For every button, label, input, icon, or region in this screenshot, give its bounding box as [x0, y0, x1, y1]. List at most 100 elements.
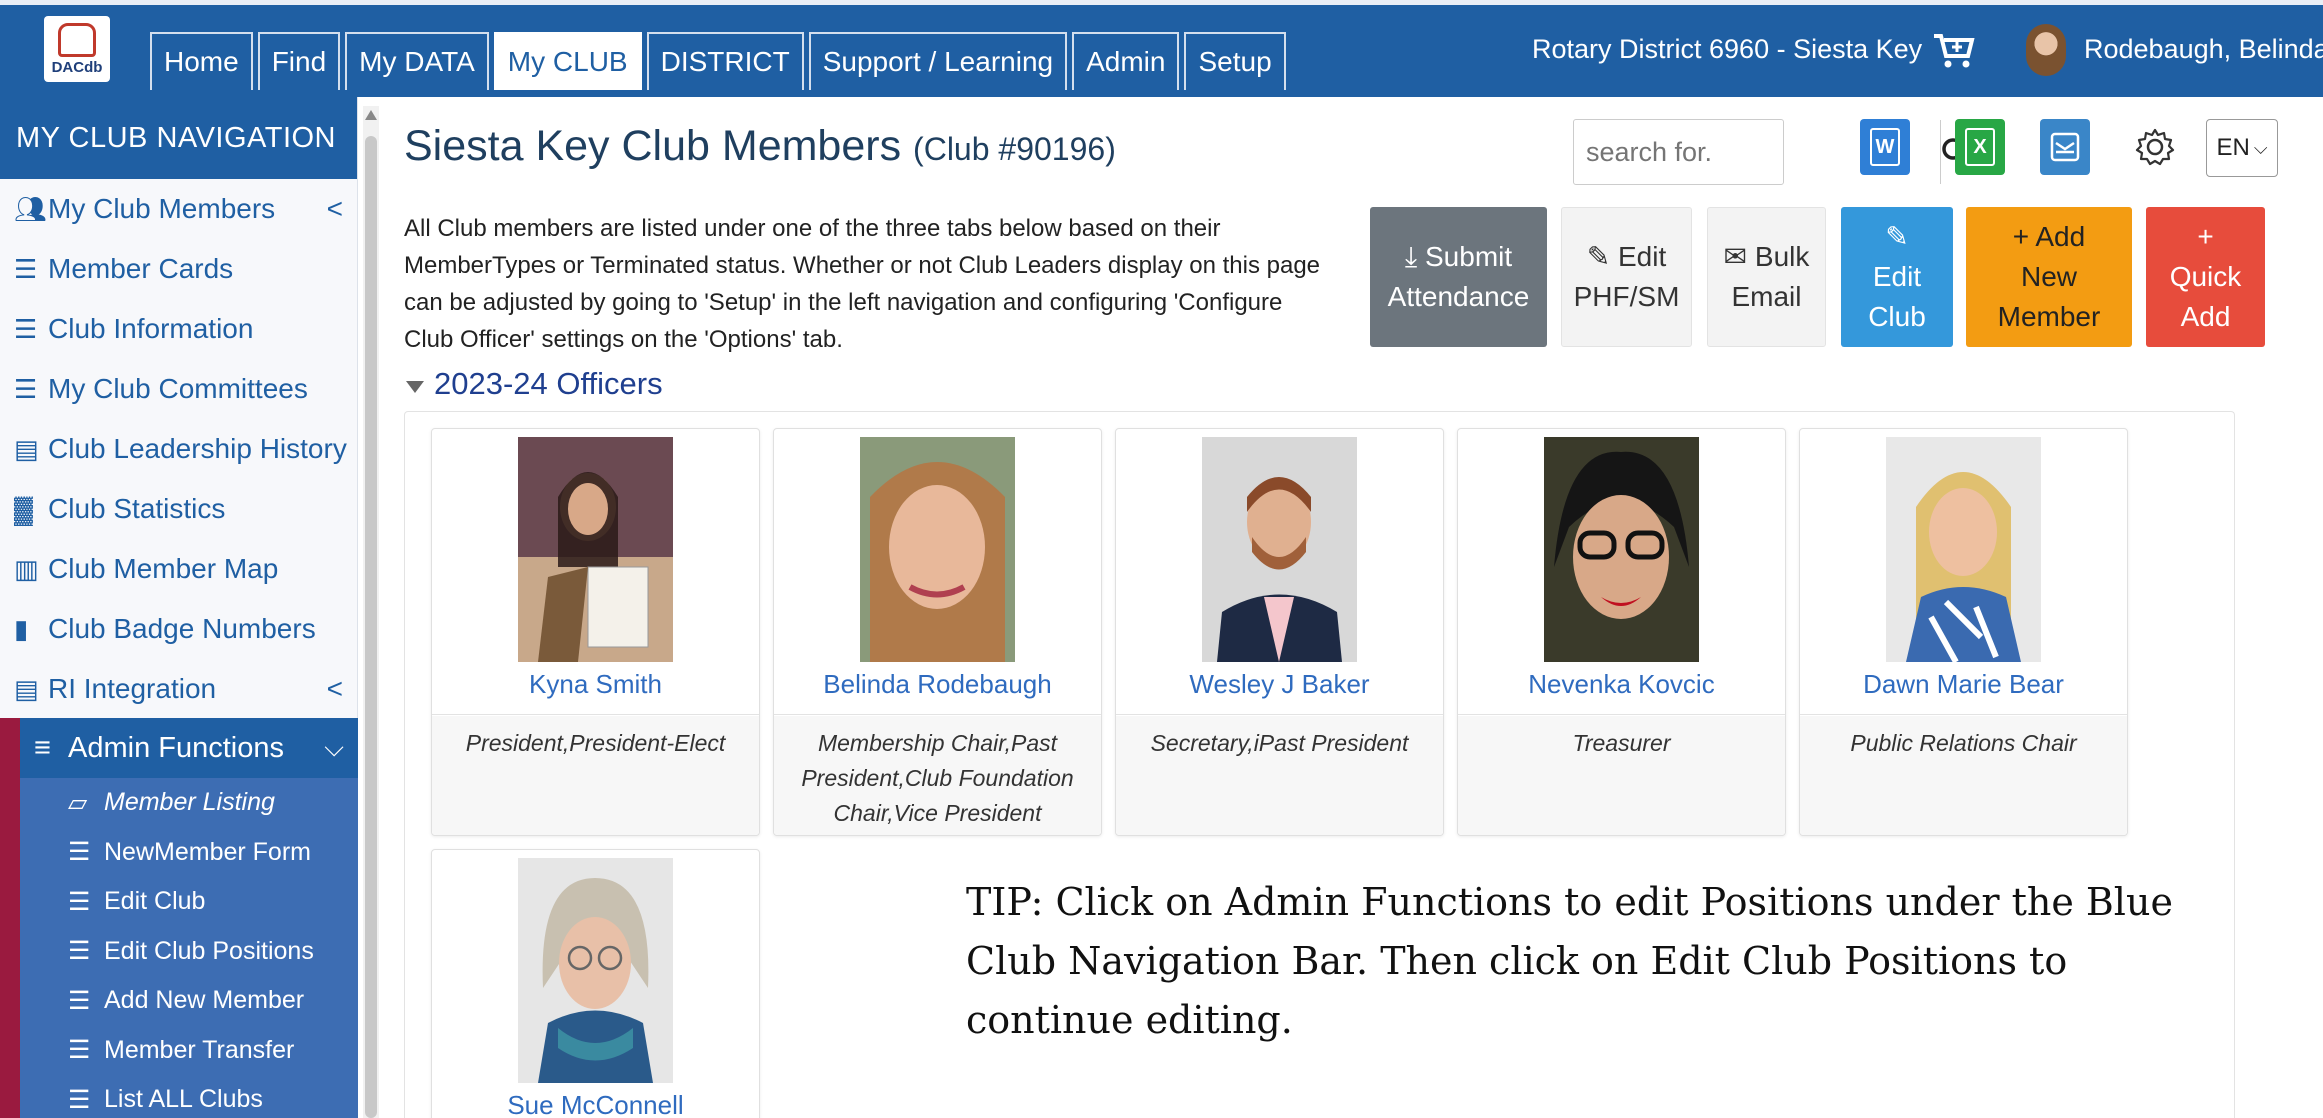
officer-role: Public Relations Chair — [1800, 716, 2127, 835]
excel-icon: X — [1965, 128, 1995, 166]
export-excel-button[interactable]: X — [1955, 119, 2005, 175]
list-icon: ☰ — [68, 838, 91, 867]
tab-home[interactable]: Home — [150, 32, 253, 90]
officer-photo — [518, 437, 673, 662]
logo-mark-icon — [58, 22, 96, 57]
officers-panel: Kyna Smith President,President-Elect Bel… — [404, 411, 2235, 1118]
chevron-left-icon: < — [326, 673, 343, 704]
admin-item-member-transfer[interactable]: ☰ Member Transfer — [20, 1026, 358, 1076]
language-select[interactable]: EN ⌵ — [2206, 119, 2278, 177]
officer-name[interactable]: Belinda Rodebaugh — [774, 669, 1101, 715]
sidebar-item-club-member-map[interactable]: ▥ Club Member Map — [0, 539, 357, 599]
action-label: Add — [2035, 221, 2086, 252]
admin-item-label: Edit Club Positions — [104, 936, 314, 965]
tab-setup[interactable]: Setup — [1184, 32, 1286, 90]
officers-section-toggle[interactable]: 2023-24 Officers — [406, 366, 663, 402]
sidebar-item-club-statistics[interactable]: ▓ Club Statistics — [0, 479, 357, 539]
bulk-email-button[interactable]: ✉ Bulk Email — [1707, 207, 1826, 347]
list-icon: ☰ — [68, 1085, 91, 1114]
edit-phf-sm-button[interactable]: ✎ Edit PHF/SM — [1561, 207, 1692, 347]
action-label: Bulk — [1754, 241, 1810, 272]
add-new-member-button[interactable]: + Add New Member — [1966, 207, 2132, 347]
officer-card[interactable]: Wesley J Baker Secretary,iPast President — [1115, 428, 1444, 836]
admin-item-label: Member Transfer — [104, 1035, 295, 1064]
sidebar-item-label: Club Leadership History — [48, 433, 347, 464]
language-value: EN — [2216, 134, 2250, 161]
sidebar-item-label: Member Cards — [48, 253, 234, 284]
admin-item-edit-club-positions[interactable]: ☰ Edit Club Positions — [20, 927, 358, 977]
members-icon: 👥︎ — [14, 193, 48, 224]
action-label: Add — [2180, 301, 2231, 332]
sidebar-item-my-club-committees[interactable]: ☰ My Club Committees — [0, 359, 357, 419]
sidebar-item-ri-integration[interactable]: ▤ RI Integration < — [0, 659, 357, 719]
admin-item-edit-club[interactable]: ☰ Edit Club — [20, 877, 358, 927]
user-name[interactable]: Rodebaugh, Belinda — [2084, 34, 2323, 65]
tip-text: TIP: Click on Admin Functions to edit Po… — [966, 880, 2173, 1042]
caret-down-icon — [406, 381, 424, 393]
quick-add-button[interactable]: + Quick Add — [2146, 207, 2265, 347]
officer-name[interactable]: Nevenka Kovcic — [1458, 669, 1785, 715]
tab-support-learning[interactable]: Support / Learning — [808, 32, 1068, 90]
scrollbar-thumb[interactable] — [365, 136, 377, 1118]
officer-card[interactable]: Dawn Marie Bear Public Relations Chair — [1799, 428, 2128, 836]
email-list-button[interactable] — [2040, 119, 2090, 175]
sidebar-item-label: My Club Members — [48, 193, 276, 224]
section-title: 2023-24 Officers — [434, 366, 663, 401]
admin-item-newmember-form[interactable]: ☰ NewMember Form — [20, 828, 358, 878]
top-navigation-bar: DACdb Home Find My DATA My CLUB DISTRICT… — [0, 0, 2323, 97]
officer-photo — [1886, 437, 2041, 662]
archive-icon: ▤ — [14, 433, 39, 464]
menu-icon: ≡ — [34, 731, 51, 764]
sidebar-item-club-badge-numbers[interactable]: ▮ Club Badge Numbers — [0, 599, 357, 659]
sidebar-item-my-club-members[interactable]: 👥︎ My Club Members < — [0, 179, 357, 239]
export-word-button[interactable]: W — [1860, 119, 1910, 175]
action-label: Member — [1997, 301, 2101, 332]
download-icon: ⤓ — [1404, 241, 1418, 272]
officer-card[interactable]: Sue McConnell — [431, 849, 760, 1118]
page-title-text: Siesta Key Club Members — [404, 122, 902, 170]
scroll-up-arrow-icon[interactable] — [365, 110, 377, 120]
tab-district[interactable]: DISTRICT — [646, 32, 804, 90]
dacdb-logo[interactable]: DACdb — [44, 16, 110, 82]
admin-functions-panel: ≡ Admin Functions ⌵ ▱ Member Listing ☰ N… — [20, 718, 358, 1118]
officer-role: Membership Chair,Past President,Club Fou… — [774, 716, 1101, 835]
admin-item-member-listing[interactable]: ▱ Member Listing — [20, 778, 358, 828]
cart-icon[interactable] — [1932, 30, 1976, 70]
chevron-left-icon: < — [326, 193, 343, 224]
officer-card[interactable]: Kyna Smith President,President-Elect — [431, 428, 760, 836]
plus-icon: + — [2197, 221, 2214, 252]
officer-card[interactable]: Belinda Rodebaugh Membership Chair,Past … — [773, 428, 1102, 836]
sidebar-item-club-information[interactable]: ☰ Club Information — [0, 299, 357, 359]
list-icon: ☰ — [68, 887, 91, 916]
sidebar-item-club-leadership-history[interactable]: ▤ Club Leadership History — [0, 419, 357, 479]
admin-item-list-all-clubs[interactable]: ☰ List ALL Clubs — [20, 1075, 358, 1118]
club-sidebar: MY CLUB NAVIGATION 👥︎ My Club Members < … — [0, 97, 358, 1118]
edit-club-button[interactable]: ✎ Edit Club — [1841, 207, 1953, 347]
user-avatar[interactable] — [2026, 24, 2066, 76]
submit-attendance-button[interactable]: ⤓ Submit Attendance — [1370, 207, 1547, 347]
tab-admin[interactable]: Admin — [1072, 32, 1180, 90]
officer-name[interactable]: Sue McConnell — [432, 1090, 759, 1118]
action-label: Submit — [1425, 241, 1513, 272]
action-label: Edit — [1872, 261, 1922, 292]
tab-find[interactable]: Find — [257, 32, 341, 90]
square-icon: ▱ — [68, 788, 88, 817]
officer-name[interactable]: Wesley J Baker — [1116, 669, 1443, 715]
list-icon: ☰ — [68, 937, 91, 966]
gear-icon[interactable] — [2130, 122, 2180, 172]
officer-card[interactable]: Nevenka Kovcic Treasurer — [1457, 428, 1786, 836]
admin-functions-toggle[interactable]: ≡ Admin Functions ⌵ — [20, 718, 358, 778]
tab-my-data[interactable]: My DATA — [345, 32, 489, 90]
sidebar-scrollbar[interactable] — [363, 106, 379, 1118]
edit-icon: ✎ — [1885, 221, 1909, 252]
sidebar-title: MY CLUB NAVIGATION — [0, 97, 357, 179]
admin-item-label: Add New Member — [104, 986, 305, 1015]
admin-item-label: Member Listing — [104, 788, 275, 817]
sidebar-item-member-cards[interactable]: ☰ Member Cards — [0, 239, 357, 299]
admin-item-add-new-member[interactable]: ☰ Add New Member — [20, 976, 358, 1026]
officer-name[interactable]: Kyna Smith — [432, 669, 759, 715]
officer-name[interactable]: Dawn Marie Bear — [1800, 669, 2127, 715]
district-label[interactable]: Rotary District 6960 - Siesta Key — [1532, 34, 1922, 65]
tab-my-club[interactable]: My CLUB — [493, 32, 642, 90]
action-label: Attendance — [1387, 281, 1530, 312]
